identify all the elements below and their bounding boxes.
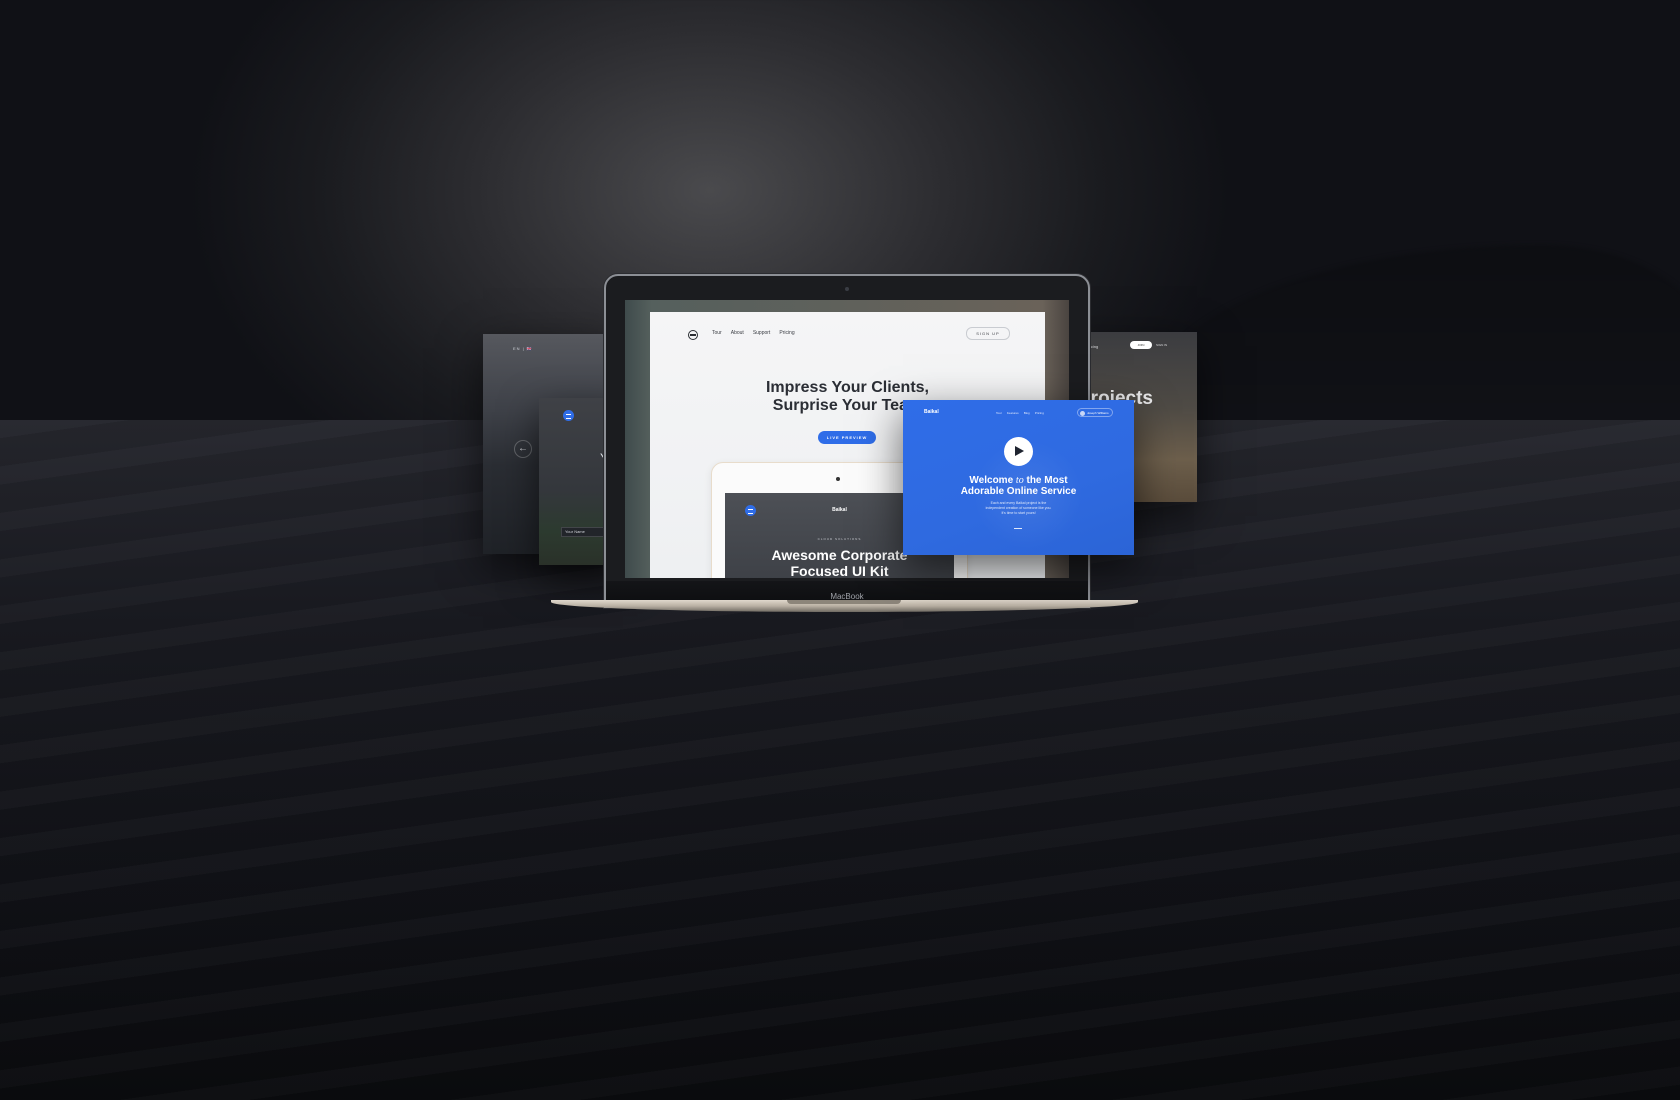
blue-nav-tour[interactable]: Tour: [996, 411, 1002, 415]
live-preview-button[interactable]: LIVE PREVIEW: [818, 431, 876, 444]
main-nav: Tour About Support Pricing: [712, 330, 795, 336]
camera-dot: [845, 287, 849, 291]
blue-nav-pricing[interactable]: Pricing: [1035, 411, 1044, 415]
play-icon[interactable]: [1004, 437, 1033, 466]
nav-about[interactable]: About: [731, 330, 744, 336]
logo-icon[interactable]: [688, 330, 698, 340]
blue-video-card: Baikal Tour Features Blog Pricing Joseph…: [903, 400, 1134, 555]
join-button[interactable]: JOIN: [1130, 341, 1152, 349]
blue-nav-features[interactable]: Features: [1007, 411, 1019, 415]
sign-in-link[interactable]: SIGN IN: [1156, 343, 1167, 347]
blue-card-nav: Tour Features Blog Pricing: [996, 411, 1044, 415]
heading-word-to: to: [1015, 475, 1024, 486]
heading-word-the-most: the Most: [1026, 475, 1068, 486]
menu-icon[interactable]: [563, 410, 574, 421]
heading-word-welcome: Welcome: [969, 475, 1014, 486]
blue-card-subtext: Each and every Baikal project is the ind…: [903, 501, 1134, 516]
arrow-left-icon[interactable]: ←: [514, 440, 532, 458]
nav-tour[interactable]: Tour: [712, 330, 722, 336]
tablet-camera-dot: [836, 477, 840, 481]
blue-card-heading: Welcome to the Most Adorable Online Serv…: [903, 475, 1134, 497]
laptop-notch: [787, 600, 901, 604]
user-avatar-button[interactable]: Joseph Williams: [1077, 408, 1113, 417]
hero-heading-line1: Impress Your Clients,: [765, 379, 929, 396]
blue-nav-blog[interactable]: Blog: [1024, 411, 1030, 415]
tablet-heading-line2: Focused UI Kit: [790, 563, 889, 578]
nav-pricing[interactable]: Pricing: [779, 330, 794, 336]
language-switcher[interactable]: EN | 🇬🇧: [513, 346, 533, 351]
blue-card-heading-line2: Adorable Online Service: [960, 486, 1077, 497]
nav-support[interactable]: Support: [753, 330, 771, 336]
sign-up-button[interactable]: SIGN UP: [966, 327, 1010, 340]
blue-card-brand[interactable]: Baikal: [924, 409, 939, 415]
subtext-line3: It's time to start yours!: [1001, 511, 1036, 515]
divider: [1014, 528, 1022, 529]
